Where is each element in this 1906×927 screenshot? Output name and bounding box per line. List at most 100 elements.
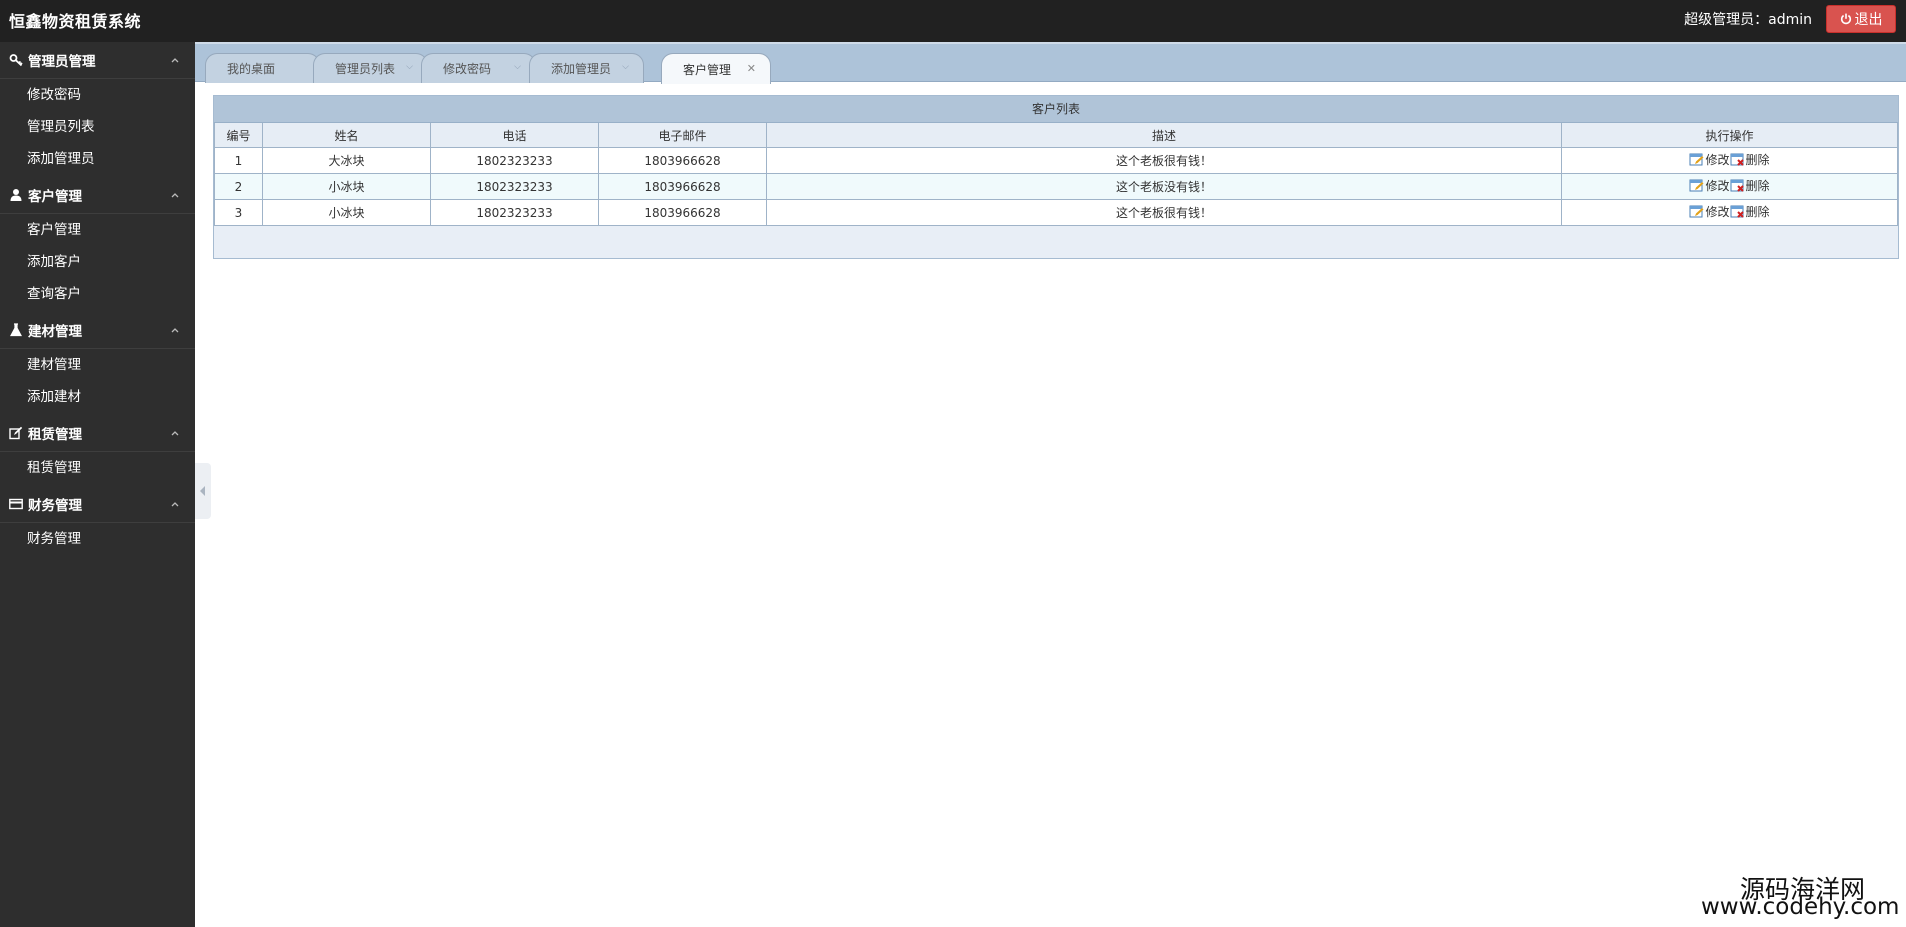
user-icon [10,189,22,201]
cell-description: 这个老板很有钱！ [766,147,1562,174]
sidebar-section-title: 客户管理 [28,189,82,205]
tab-label: 添加管理员 [551,62,612,76]
column-header: 执行操作 [1561,123,1898,148]
customer-table: 编号 姓名 电话 电子邮件 描述 执行操作 1 大冰块 1802323233 1… [214,123,1898,226]
cell-name: 小冰块 [262,173,431,200]
sidebar-item-customer-manage[interactable]: 客户管理 [0,214,195,246]
sidebar-item-query-customer[interactable]: 查询客户 [0,278,195,310]
edit-label: 修改 [1705,179,1730,193]
table-header-row: 编号 姓名 电话 电子邮件 描述 执行操作 [214,123,1898,148]
watermark-url: www.codehy.com [1701,894,1900,920]
sidebar-item-rental-manage[interactable]: 租赁管理 [0,452,195,484]
cell-description: 这个老板没有钱！ [766,173,1562,200]
cell-id: 3 [214,199,263,226]
top-header: 恒鑫物资租赁系统 超级管理员：admin 退出 [0,0,1906,42]
edit-icon [1689,205,1704,218]
close-icon[interactable]: ✕ [747,62,756,75]
tab-label: 客户管理 [683,62,732,77]
table-row: 2 小冰块 1802323233 1803966628 这个老板没有钱！ 修改 … [214,173,1898,200]
cell-actions: 修改 删除 [1561,199,1898,226]
column-header: 编号 [214,123,263,148]
edit-label: 修改 [1705,205,1730,219]
current-user-label: 超级管理员：admin [1684,12,1812,28]
edit-icon [9,426,23,440]
sidebar-section-finance[interactable]: 财务管理 [0,486,195,523]
sidebar-item-add-admin[interactable]: 添加管理员 [0,143,195,175]
delete-button[interactable]: 删除 [1730,151,1770,168]
chevron-down-icon[interactable]: ⌵ [622,62,629,72]
sidebar-section-title: 租赁管理 [28,427,82,443]
app-title: 恒鑫物资租赁系统 [9,12,142,31]
sidebar-item-material-manage[interactable]: 建材管理 [0,349,195,381]
sidebar-section-rental[interactable]: 租赁管理 [0,415,195,452]
power-icon [1840,13,1851,25]
sidebar-item-change-password[interactable]: 修改密码 [0,79,195,111]
chevron-down-icon[interactable]: ⌵ [406,62,413,72]
tab-bar: 我的桌面 管理员列表 ⌵ 修改密码 ⌵ 添加管理员 ⌵ 客户管理 ✕ [195,42,1906,84]
cell-name: 大冰块 [262,147,431,174]
sidebar-section-title: 管理员管理 [28,54,96,70]
sidebar: 管理员管理 修改密码 管理员列表 添加管理员 客户管理 客户管理 添加客户 查询… [0,42,195,927]
edit-button[interactable]: 修改 [1689,151,1730,168]
logout-label: 退出 [1854,12,1883,28]
delete-icon [1730,205,1744,218]
sidebar-item-add-customer[interactable]: 添加客户 [0,246,195,278]
tab-add-admin[interactable]: 添加管理员 ⌵ [529,53,644,83]
chevron-up-icon [171,58,179,63]
card-icon [9,498,23,510]
cell-phone: 1802323233 [430,199,599,226]
sidebar-item-add-material[interactable]: 添加建材 [0,381,195,413]
delete-button[interactable]: 删除 [1730,203,1770,220]
cell-email: 1803966628 [598,199,767,226]
customer-list-panel: 客户列表 编号 姓名 电话 电子邮件 描述 执行操作 1 大冰块 1802323… [213,95,1899,259]
flask-icon [10,323,22,337]
chevron-left-icon [200,486,205,496]
cell-id: 2 [214,173,263,200]
column-header: 描述 [766,123,1562,148]
sidebar-section-customers[interactable]: 客户管理 [0,177,195,214]
tab-desktop[interactable]: 我的桌面 [205,53,320,83]
sidebar-section-materials[interactable]: 建材管理 [0,312,195,349]
chevron-up-icon [171,328,179,333]
delete-label: 删除 [1745,153,1770,167]
tab-change-password[interactable]: 修改密码 ⌵ [421,53,536,83]
cell-phone: 1802323233 [430,173,599,200]
delete-icon [1730,153,1744,166]
chevron-up-icon [171,193,179,198]
cell-phone: 1802323233 [430,147,599,174]
tab-admin-list[interactable]: 管理员列表 ⌵ [313,53,428,83]
tab-customer-manage[interactable]: 客户管理 ✕ [661,53,771,84]
sidebar-section-admin[interactable]: 管理员管理 [0,42,195,79]
cell-email: 1803966628 [598,173,767,200]
edit-icon [1689,153,1704,166]
tab-label: 我的桌面 [227,62,276,76]
sidebar-item-finance-manage[interactable]: 财务管理 [0,523,195,555]
logout-button[interactable]: 退出 [1826,5,1896,33]
edit-icon [1689,179,1704,192]
delete-button[interactable]: 删除 [1730,177,1770,194]
sidebar-section-title: 财务管理 [28,498,82,514]
edit-label: 修改 [1705,153,1730,167]
cell-description: 这个老板很有钱！ [766,199,1562,226]
delete-label: 删除 [1745,179,1770,193]
delete-icon [1730,179,1744,192]
panel-title: 客户列表 [214,96,1898,123]
chevron-down-icon[interactable]: ⌵ [514,62,521,72]
cell-actions: 修改 删除 [1561,147,1898,174]
edit-button[interactable]: 修改 [1689,177,1730,194]
sidebar-item-admin-list[interactable]: 管理员列表 [0,111,195,143]
column-header: 电子邮件 [598,123,767,148]
column-header: 姓名 [262,123,431,148]
table-row: 3 小冰块 1802323233 1803966628 这个老板很有钱！ 修改 … [214,199,1898,226]
sidebar-collapse-toggle[interactable] [195,463,211,519]
edit-button[interactable]: 修改 [1689,203,1730,220]
column-header: 电话 [430,123,599,148]
sidebar-section-title: 建材管理 [28,324,82,340]
tab-label: 管理员列表 [335,62,396,76]
key-icon [9,54,23,67]
table-row: 1 大冰块 1802323233 1803966628 这个老板很有钱！ 修改 … [214,147,1898,174]
tab-label: 修改密码 [443,62,492,76]
cell-name: 小冰块 [262,199,431,226]
cell-id: 1 [214,147,263,174]
chevron-up-icon [171,431,179,436]
